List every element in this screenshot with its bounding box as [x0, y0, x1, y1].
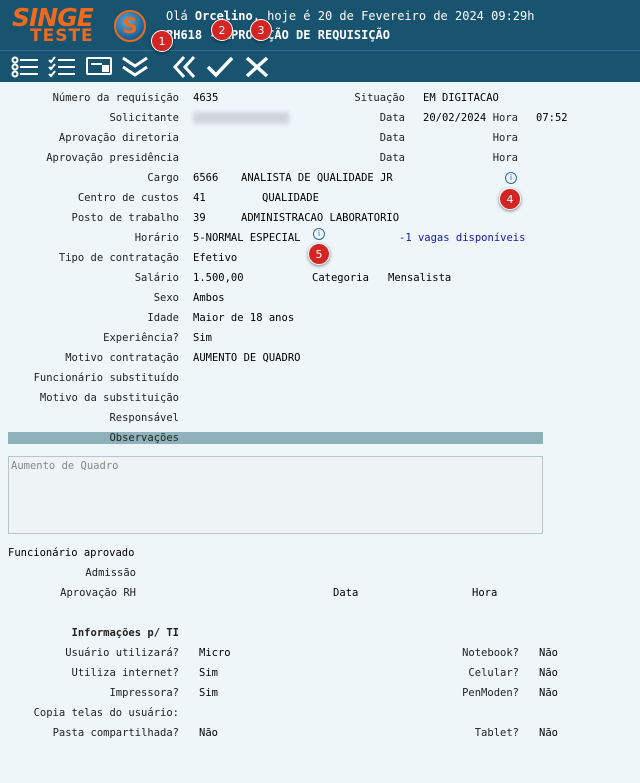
cargo-info-icon[interactable]: i	[505, 172, 517, 184]
aprovacao-diretoria-hora-label: Hora	[492, 132, 518, 144]
observacoes-textarea[interactable]: Aumento de Quadro	[8, 456, 543, 534]
idade-label: Idade	[147, 312, 179, 324]
data-value: 20/02/2024	[423, 112, 487, 124]
horario-label: Horário	[134, 232, 179, 244]
vagas-disponiveis: -1 vagas disponíveis	[399, 232, 526, 244]
posto-trabalho-code: 39	[193, 212, 206, 224]
ti-section-title: Informações p/ TI	[71, 627, 179, 639]
horario-info-icon[interactable]: i	[313, 228, 325, 240]
back-icon[interactable]	[170, 55, 200, 79]
salario-label: Salário	[134, 272, 179, 284]
posto-trabalho-label: Posto de trabalho	[71, 212, 179, 224]
notebook-label: Notebook?	[462, 647, 519, 659]
hora-label: Hora	[492, 112, 518, 124]
numero-value: 4635	[193, 92, 219, 104]
admissao-label: Admissão	[85, 567, 136, 579]
pasta-compartilhada-value: Não	[199, 727, 218, 739]
motivo-substituicao-label: Motivo da substituição	[39, 392, 179, 404]
tablet-value: Não	[539, 727, 558, 739]
card-icon[interactable]	[84, 55, 114, 79]
pasta-compartilhada-label: Pasta compartilhada?	[52, 727, 179, 739]
double-chevron-down-icon[interactable]	[120, 55, 150, 79]
data-label: Data	[379, 112, 405, 124]
list-icon[interactable]	[10, 55, 40, 79]
centro-custos-label: Centro de custos	[77, 192, 179, 204]
cargo-label: Cargo	[147, 172, 179, 184]
sexo-value: Ambos	[193, 292, 225, 304]
page-title: RH618 - APROVAÇÃO DE REQUISIÇÃO	[166, 28, 390, 42]
solicitante-label: Solicitante	[109, 112, 179, 124]
celular-label: Celular?	[468, 667, 519, 679]
aprovacao-rh-label: Aprovação RH	[60, 587, 136, 599]
experiencia-label: Experiência?	[103, 332, 179, 344]
responsavel-label: Responsável	[109, 412, 179, 424]
reject-x-icon[interactable]	[242, 55, 272, 79]
brand-logo-bottom: TESTE	[30, 26, 94, 46]
aprovacao-rh-hora-label: Hora	[472, 587, 498, 599]
aprovacao-diretoria-label: Aprovação diretoria	[58, 132, 179, 144]
motivo-contratacao-value: AUMENTO DE QUADRO	[193, 352, 301, 364]
cargo-name: ANALISTA DE QUALIDADE JR	[241, 172, 393, 184]
approve-check-icon[interactable]	[205, 55, 235, 79]
impressora-label: Impressora?	[109, 687, 179, 699]
salario-value: 1.500,00	[193, 272, 244, 284]
sexo-label: Sexo	[153, 292, 179, 304]
experiencia-value: Sim	[193, 332, 212, 344]
penmoden-value: Não	[539, 687, 558, 699]
numero-label: Número da requisição	[52, 92, 179, 104]
solicitante-value-redacted	[193, 112, 289, 124]
centro-custos-code: 41	[193, 192, 206, 204]
horario-value: 5-NORMAL ESPECIAL	[193, 232, 301, 244]
aprovacao-diretoria-data-label: Data	[379, 132, 405, 144]
tablet-label: Tablet?	[474, 727, 519, 739]
usuario-utilizara-label: Usuário utilizará?	[65, 647, 179, 659]
idade-value: Maior de 18 anos	[193, 312, 295, 324]
funcionario-substituido-label: Funcionário substituído	[33, 372, 179, 384]
app-header: SINGE TESTE S Olá Orcelino, hoje é 20 de…	[0, 0, 640, 50]
callout-marker-5: 5	[308, 243, 330, 265]
categoria-value: Mensalista	[388, 272, 452, 284]
motivo-contratacao-label: Motivo contratação	[65, 352, 179, 364]
situacao-value: EM DIGITACAO	[423, 92, 499, 104]
usuario-utilizara-value: Micro	[199, 647, 231, 659]
posto-trabalho-name: ADMINISTRACAO LABORATORIO	[241, 212, 400, 224]
observacoes-label: Observações	[109, 432, 179, 444]
copia-telas-label: Copia telas do usuário:	[33, 707, 179, 719]
utiliza-internet-value: Sim	[199, 667, 218, 679]
tipo-contratacao-value: Efetivo	[193, 252, 238, 264]
categoria-label: Categoria	[312, 272, 369, 284]
callout-marker-2: 2	[211, 19, 233, 41]
checklist-icon[interactable]	[47, 55, 77, 79]
tipo-contratacao-label: Tipo de contratação	[58, 252, 179, 264]
toolbar	[0, 50, 640, 82]
hora-value: 07:52	[536, 112, 568, 124]
aprovacao-presidencia-label: Aprovação presidência	[46, 152, 179, 164]
penmoden-label: PenModen?	[462, 687, 519, 699]
aprovacao-presidencia-data-label: Data	[379, 152, 405, 164]
situacao-label: Situação	[354, 92, 405, 104]
notebook-value: Não	[539, 647, 558, 659]
observacoes-bar	[8, 432, 543, 444]
cargo-code: 6566	[193, 172, 219, 184]
funcionario-aprovado-label: Funcionário aprovado	[8, 547, 135, 559]
impressora-value: Sim	[199, 687, 218, 699]
aprovacao-rh-data-label: Data	[333, 587, 359, 599]
celular-value: Não	[539, 667, 558, 679]
callout-marker-3: 3	[250, 19, 272, 41]
brand-mark-icon: S	[114, 10, 146, 42]
centro-custos-name: QUALIDADE	[262, 192, 319, 204]
callout-marker-4: 4	[499, 188, 521, 210]
aprovacao-presidencia-hora-label: Hora	[492, 152, 518, 164]
utiliza-internet-label: Utiliza internet?	[71, 667, 179, 679]
callout-marker-1: 1	[151, 30, 173, 52]
